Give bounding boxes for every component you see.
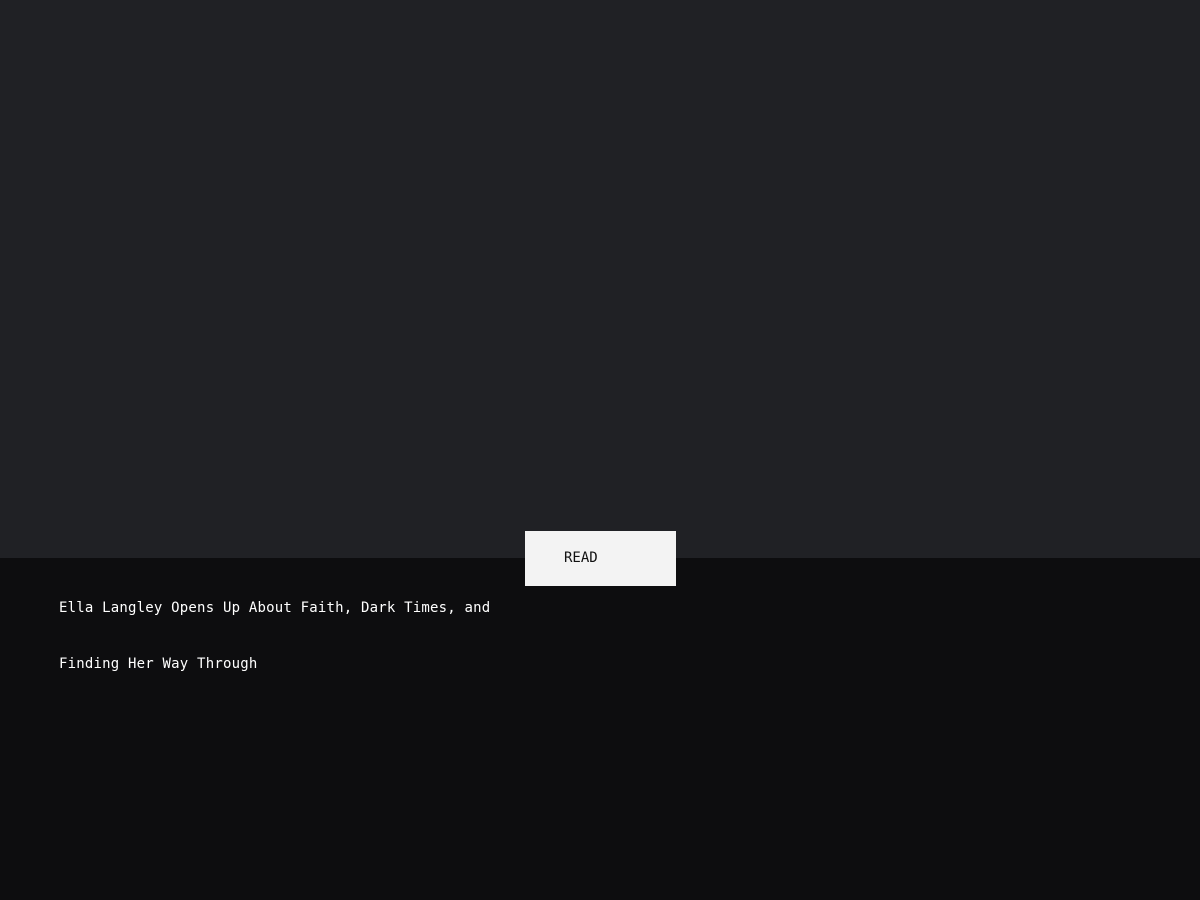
- read-button[interactable]: READ: [525, 531, 676, 586]
- hero-image-area: [0, 0, 1200, 558]
- article-headline[interactable]: Ella Langley Opens Up About Faith, Dark …: [59, 580, 529, 692]
